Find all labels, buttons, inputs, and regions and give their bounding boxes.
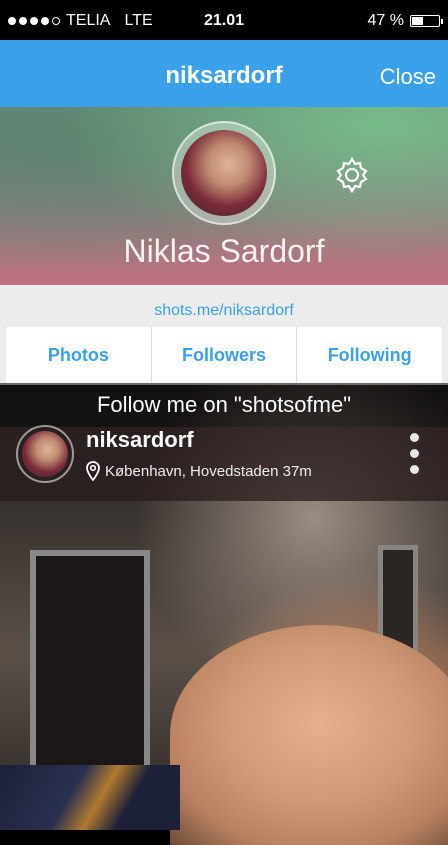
avatar-photo [181, 130, 267, 216]
post-location[interactable]: København, Hovedstaden 37m [86, 461, 312, 481]
close-button[interactable]: Close [380, 64, 436, 90]
settings-gear-icon[interactable] [332, 155, 372, 195]
profile-avatar[interactable] [172, 121, 276, 225]
profile-panel: shots.me/niksardorf Photos Followers Fol… [0, 285, 448, 385]
status-bar: TELIA LTE 21.01 47 % [0, 0, 448, 40]
caption-text: Follow me on "shotsofme" [96, 392, 352, 417]
profile-tabs: Photos Followers Following [6, 327, 442, 383]
battery-info: 47 % [367, 12, 443, 30]
profile-name: Niklas Sardorf [123, 233, 325, 269]
post-username[interactable]: niksardorf [86, 427, 194, 453]
tab-photos[interactable]: Photos [6, 327, 152, 383]
post-header: niksardorf København, Hovedstaden 37m [0, 425, 448, 501]
battery-icon [410, 15, 443, 27]
tab-following[interactable]: Following [297, 327, 442, 383]
photo-sweater [0, 765, 180, 830]
caption-banner: Follow me on "shotsofme" [0, 383, 448, 427]
profile-link[interactable]: shots.me/niksardorf [0, 302, 448, 320]
nav-bar: niksardorf Close [0, 40, 448, 107]
location-pin-icon [86, 461, 100, 481]
location-text: København, Hovedstaden 37m [105, 462, 312, 480]
post-avatar[interactable] [16, 425, 74, 483]
post-avatar-photo [22, 431, 68, 477]
photo-subject [170, 625, 448, 845]
battery-percent: 47 % [367, 12, 404, 29]
more-options-icon[interactable] [406, 431, 422, 479]
tab-followers[interactable]: Followers [152, 327, 298, 383]
profile-header: Niklas Sardorf [0, 107, 448, 285]
